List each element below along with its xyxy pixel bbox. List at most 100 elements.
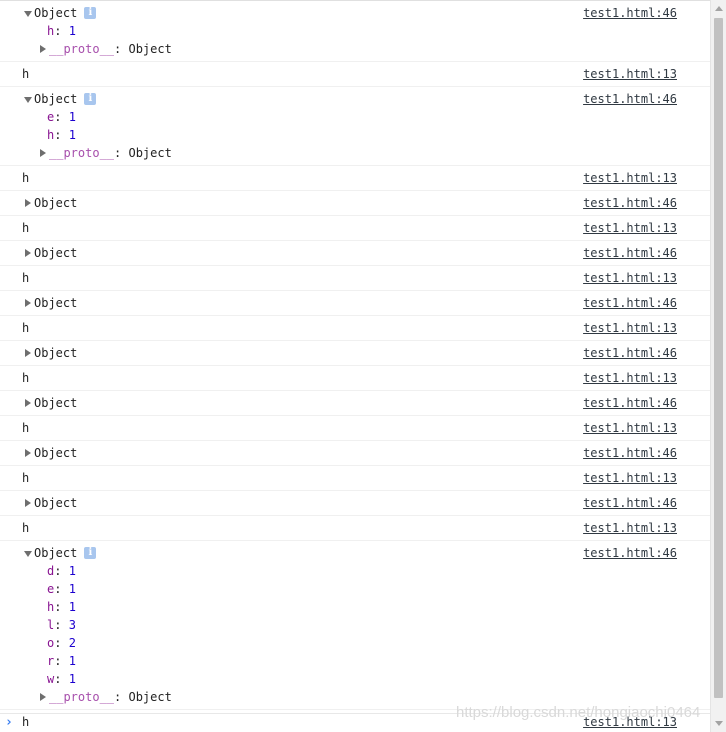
scroll-thumb[interactable] xyxy=(714,18,723,698)
collapsed-triangle-icon[interactable] xyxy=(37,40,49,58)
scroll-down-arrow-icon[interactable] xyxy=(715,721,723,726)
source-link[interactable]: test1.html:46 xyxy=(583,4,677,22)
collapsed-triangle-icon[interactable] xyxy=(22,394,34,412)
proto-key: __proto__ xyxy=(49,146,115,160)
property-value: 2 xyxy=(68,636,76,650)
source-link[interactable]: test1.html:46 xyxy=(583,494,677,512)
collapsed-triangle-icon[interactable] xyxy=(22,244,34,262)
source-link[interactable]: test1.html:46 xyxy=(583,194,677,212)
property-value: 1 xyxy=(68,24,76,38)
console-message-object: Object i h: 1 __proto__: Object test1.html:4… xyxy=(0,1,710,62)
proto-row[interactable]: __proto__: Object xyxy=(0,144,710,162)
property-separator: : xyxy=(54,110,69,124)
object-property: e: 1 xyxy=(0,108,710,126)
source-link[interactable]: test1.html:13 xyxy=(583,419,677,437)
property-value: 1 xyxy=(68,672,76,686)
object-label: Object xyxy=(34,296,78,310)
property-separator: : xyxy=(54,618,69,632)
console-message-object: Object test1.html:46 xyxy=(0,491,710,516)
source-link[interactable]: test1.html:13 xyxy=(583,319,677,337)
object-label: Object xyxy=(34,446,78,460)
property-separator: : xyxy=(114,690,129,704)
vertical-scrollbar[interactable] xyxy=(710,0,726,732)
console-message-object: Object i e: 1 h: 1 __proto__: Object test1.ht… xyxy=(0,87,710,166)
object-label: Object xyxy=(34,246,78,260)
object-label: Object xyxy=(34,346,78,360)
proto-key: __proto__ xyxy=(49,42,115,56)
object-label: Object xyxy=(34,396,78,410)
expanded-triangle-icon[interactable] xyxy=(22,544,34,562)
source-link[interactable]: test1.html:46 xyxy=(583,394,677,412)
property-separator: : xyxy=(114,42,129,56)
property-separator: : xyxy=(54,672,69,686)
collapsed-triangle-icon[interactable] xyxy=(22,294,34,312)
proto-value: Object xyxy=(128,690,172,704)
info-icon[interactable]: i xyxy=(84,547,97,559)
console-message-log: h test1.html:13 xyxy=(0,366,710,391)
source-link[interactable]: test1.html:13 xyxy=(583,369,677,387)
object-label: Object xyxy=(34,92,78,106)
console-message-object: Object test1.html:46 xyxy=(0,341,710,366)
object-label: Object xyxy=(34,6,78,20)
source-link[interactable]: test1.html:13 xyxy=(583,169,677,187)
console-message-log: h test1.html:13 xyxy=(0,266,710,291)
source-link[interactable]: test1.html:46 xyxy=(583,544,677,562)
console-message-object: Object test1.html:46 xyxy=(0,391,710,416)
source-link[interactable]: test1.html:46 xyxy=(583,344,677,362)
property-value: 1 xyxy=(68,128,76,142)
source-link[interactable]: test1.html:46 xyxy=(583,244,677,262)
source-link[interactable]: test1.html:13 xyxy=(583,519,677,537)
property-separator: : xyxy=(54,24,69,38)
collapsed-triangle-icon[interactable] xyxy=(22,344,34,362)
console-message-object: Object test1.html:46 xyxy=(0,291,710,316)
object-property: r: 1 xyxy=(0,652,710,670)
console-messages: Object i h: 1 __proto__: Object test1.html:4… xyxy=(0,0,710,732)
prompt-caret-icon: › xyxy=(5,715,13,730)
console-message-log: h test1.html:13 xyxy=(0,316,710,341)
collapsed-triangle-icon[interactable] xyxy=(22,194,34,212)
property-value: 1 xyxy=(68,600,76,614)
console-message-log: h test1.html:13 xyxy=(0,516,710,541)
proto-value: Object xyxy=(128,146,172,160)
source-link[interactable]: test1.html:13 xyxy=(583,469,677,487)
collapsed-triangle-icon[interactable] xyxy=(37,144,49,162)
object-property: d: 1 xyxy=(0,562,710,580)
source-link[interactable]: test1.html:46 xyxy=(583,294,677,312)
source-link[interactable]: test1.html:46 xyxy=(583,444,677,462)
collapsed-triangle-icon[interactable] xyxy=(37,688,49,706)
proto-key: __proto__ xyxy=(49,690,115,704)
console-message-log: h test1.html:13 xyxy=(0,416,710,441)
source-link[interactable]: test1.html:13 xyxy=(583,269,677,287)
info-icon[interactable]: i xyxy=(84,93,97,105)
source-link[interactable]: test1.html:13 xyxy=(583,219,677,237)
console-message-object: Object test1.html:46 xyxy=(0,241,710,266)
console-message-log: h test1.html:13 xyxy=(0,166,710,191)
proto-row[interactable]: __proto__: Object xyxy=(0,40,710,58)
property-value: 1 xyxy=(68,110,76,124)
property-separator: : xyxy=(54,564,69,578)
console-message-log: h test1.html:13 xyxy=(0,62,710,87)
console-message-log: h test1.html:13 xyxy=(0,216,710,241)
object-label: Object xyxy=(34,496,78,510)
source-link[interactable]: test1.html:46 xyxy=(583,90,677,108)
expanded-triangle-icon[interactable] xyxy=(22,90,34,108)
property-separator: : xyxy=(54,600,69,614)
object-property: l: 3 xyxy=(0,616,710,634)
info-icon[interactable]: i xyxy=(84,7,97,19)
property-separator: : xyxy=(54,654,69,668)
collapsed-triangle-icon[interactable] xyxy=(22,494,34,512)
proto-value: Object xyxy=(128,42,172,56)
property-value: 1 xyxy=(68,582,76,596)
object-label: Object xyxy=(34,196,78,210)
console-message-object: Object test1.html:46 xyxy=(0,441,710,466)
expanded-triangle-icon[interactable] xyxy=(22,4,34,22)
property-value: 3 xyxy=(68,618,76,632)
scroll-up-arrow-icon[interactable] xyxy=(715,6,723,11)
object-property: o: 2 xyxy=(0,634,710,652)
source-link[interactable]: test1.html:13 xyxy=(583,65,677,83)
property-separator: : xyxy=(54,582,69,596)
console-message-log: h test1.html:13 xyxy=(0,466,710,491)
object-property: e: 1 xyxy=(0,580,710,598)
collapsed-triangle-icon[interactable] xyxy=(22,444,34,462)
object-property: h: 1 xyxy=(0,22,710,40)
